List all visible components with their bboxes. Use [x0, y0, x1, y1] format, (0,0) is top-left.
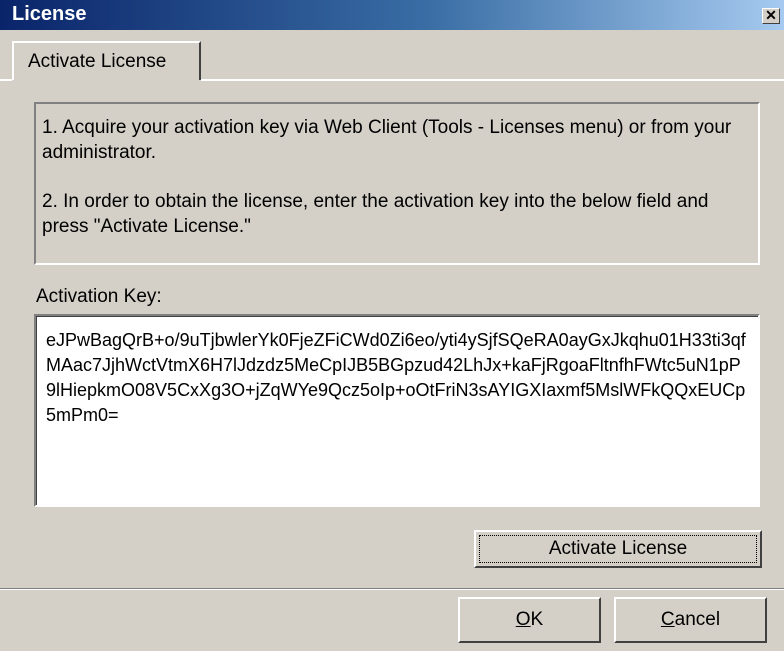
activation-key-label: Activation Key:: [36, 286, 162, 307]
footer-separator: [0, 588, 784, 590]
tab-activate-license[interactable]: Activate License: [12, 41, 201, 80]
window-title: License: [12, 3, 87, 25]
close-icon: ✕: [765, 7, 777, 23]
tab-strip-border-left: [0, 79, 12, 81]
activate-license-label: Activate License: [548, 538, 688, 559]
title-bar: License ✕: [0, 0, 784, 30]
activation-key-input[interactable]: eJPwBagQrB+o/9uTjbwlerYk0FjeZFiCWd0Zi6eo…: [34, 314, 760, 507]
cancel-label-rest: ancel: [674, 609, 721, 630]
instruction-step-2: 2. In order to obtain the license, enter…: [42, 191, 709, 237]
ok-mnemonic: O: [515, 609, 531, 630]
cancel-mnemonic: C: [660, 609, 675, 630]
ok-label-rest: K: [530, 609, 544, 630]
instruction-step-1: 1. Acquire your activation key via Web C…: [42, 117, 732, 163]
activate-license-button[interactable]: Activate License: [474, 530, 762, 568]
close-button[interactable]: ✕: [762, 8, 780, 24]
tab-label: Activate License: [28, 51, 167, 72]
instructions-panel: 1. Acquire your activation key via Web C…: [34, 102, 760, 265]
tab-strip-border: [201, 79, 784, 81]
cancel-button[interactable]: Cancel: [614, 597, 767, 643]
ok-button[interactable]: OK: [458, 597, 601, 643]
